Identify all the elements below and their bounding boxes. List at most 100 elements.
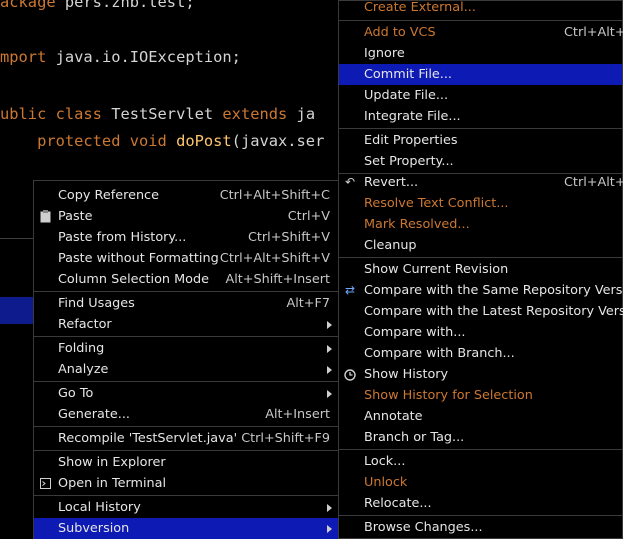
menu-item-create-external: Create External... [339, 0, 622, 18]
menu-item-label: Subversion [58, 521, 130, 536]
menu-item-compare-same-version[interactable]: ⇄ Compare with the Same Repository Versio… [339, 280, 623, 301]
menu-item-label: Recompile 'TestServlet.java' [58, 431, 238, 446]
clock-icon [343, 364, 357, 385]
menu-item-label: Show History [364, 367, 449, 382]
menu-item-refactor[interactable]: Refactor [34, 314, 338, 335]
menu-item-paste-without-formatting[interactable]: Paste without Formatting Ctrl+Alt+Shift+V [34, 248, 338, 269]
menu-item-shortcut: Alt+Shift+Insert [225, 272, 330, 287]
menu-item-shortcut: Ctrl+Shift+V [247, 230, 330, 245]
editor-context-menu: Copy Reference Ctrl+Alt+Shift+C Paste Ctrl… [33, 180, 339, 539]
code-line-import: mport java.io.IOException; [0, 48, 241, 66]
keyword-import: mport [0, 48, 56, 66]
menu-item-label: Go To [58, 386, 94, 401]
menu-item-compare-with[interactable]: Compare with... [339, 322, 622, 343]
class-name: TestServlet [111, 105, 223, 123]
paste-icon [38, 206, 52, 227]
menu-separator [339, 449, 622, 450]
menu-item-show-history[interactable]: Show History [339, 364, 622, 385]
menu-item-label: Column Selection Mode [58, 272, 209, 287]
superclass-name: ja [296, 105, 316, 123]
keyword-package: ackage [0, 0, 65, 11]
menu-item-compare-latest-version[interactable]: Compare with the Latest Repository Versi… [339, 301, 623, 322]
keyword-extends: extends [222, 105, 297, 123]
menu-separator [34, 426, 338, 427]
menu-item-label: Resolve Text Conflict... [364, 196, 509, 211]
menu-item-shortcut: Ctrl+Alt+Z [564, 175, 623, 190]
menu-item-cleanup[interactable]: Cleanup [339, 235, 622, 256]
editor-line-highlight [0, 297, 34, 324]
menu-item-shortcut: Ctrl+Alt+A [564, 25, 623, 40]
menu-item-open-in-terminal[interactable]: Open in Terminal [34, 473, 338, 494]
menu-item-label: Add to VCS [364, 25, 436, 40]
menu-item-paste[interactable]: Paste Ctrl+V [34, 206, 338, 227]
menu-item-show-current-revision[interactable]: Show Current Revision [339, 259, 622, 280]
menu-item-edit-properties[interactable]: Edit Properties [339, 130, 622, 151]
menu-item-folding[interactable]: Folding [34, 338, 338, 359]
code-line-class: ublic class TestServlet extends ja [0, 105, 315, 123]
submenu-arrow-icon [327, 504, 332, 512]
menu-item-commit-file[interactable]: Commit File... [339, 64, 622, 85]
menu-item-label: Show History for Selection [364, 388, 533, 403]
submenu-arrow-icon [327, 366, 332, 374]
menu-item-shortcut: Ctrl+Shift+F9 [241, 431, 330, 446]
menu-item-ignore[interactable]: Ignore [339, 43, 622, 64]
submenu-arrow-icon [327, 321, 332, 329]
menu-item-label: Revert... [364, 175, 419, 190]
menu-item-label: Paste from History... [58, 230, 187, 245]
menu-item-annotate[interactable]: Annotate [339, 406, 622, 427]
menu-item-local-history[interactable]: Local History [34, 497, 338, 518]
menu-item-paste-from-history[interactable]: Paste from History... Ctrl+Shift+V [34, 227, 338, 248]
compare-icon: ⇄ [344, 283, 356, 297]
menu-item-mark-resolved: Mark Resolved... [339, 214, 622, 235]
submenu-arrow-icon [327, 525, 332, 533]
menu-item-label: Paste [58, 209, 93, 224]
menu-item-branch-or-tag[interactable]: Branch or Tag... [339, 427, 622, 448]
menu-item-generate[interactable]: Generate... Alt+Insert [34, 404, 338, 425]
menu-item-shortcut: Ctrl+Alt+Shift+C [219, 188, 330, 203]
menu-item-label: Mark Resolved... [364, 217, 470, 232]
menu-item-label: Compare with the Same Repository Version [364, 283, 623, 298]
menu-item-recompile[interactable]: Recompile 'TestServlet.java' Ctrl+Shift+F… [34, 428, 338, 449]
menu-item-set-property[interactable]: Set Property... [339, 151, 622, 172]
menu-item-analyze[interactable]: Analyze [34, 359, 338, 380]
menu-item-label: Cleanup [364, 238, 417, 253]
menu-item-label: Show in Explorer [58, 455, 166, 470]
menu-item-relocate[interactable]: Relocate... [339, 493, 622, 514]
menu-item-show-in-explorer[interactable]: Show in Explorer [34, 452, 338, 473]
menu-item-label: Compare with Branch... [364, 346, 515, 361]
menu-item-update-file[interactable]: Update File... [339, 85, 622, 106]
menu-item-label: Compare with... [364, 325, 466, 340]
menu-item-shortcut: Ctrl+V [287, 209, 330, 224]
submenu-arrow-icon [327, 390, 332, 398]
menu-item-label: Analyze [58, 362, 109, 377]
menu-item-copy-reference[interactable]: Copy Reference Ctrl+Alt+Shift+C [34, 185, 338, 206]
method-name: doPost [176, 132, 232, 150]
menu-item-unlock: Unlock [339, 472, 622, 493]
menu-item-add-to-vcs: Add to VCS Ctrl+Alt+A [339, 22, 623, 43]
menu-item-label: Folding [58, 341, 105, 356]
menu-item-compare-with-branch[interactable]: Compare with Branch... [339, 343, 622, 364]
terminal-icon [38, 473, 52, 494]
menu-item-find-usages[interactable]: Find Usages Alt+F7 [34, 293, 338, 314]
menu-separator [34, 450, 338, 451]
menu-item-column-selection-mode[interactable]: Column Selection Mode Alt+Shift+Insert [34, 269, 338, 290]
menu-separator [339, 128, 622, 129]
menu-item-go-to[interactable]: Go To [34, 383, 338, 404]
menu-item-label: Copy Reference [58, 188, 159, 203]
code-line-method: protected void doPost(javax.ser [0, 132, 324, 150]
menu-item-label: Create External... [364, 0, 476, 15]
menu-item-label: Generate... [58, 407, 130, 422]
menu-item-browse-changes[interactable]: Browse Changes... [339, 517, 622, 538]
menu-item-revert[interactable]: ↶ Revert... Ctrl+Alt+Z [339, 172, 623, 193]
menu-item-label: Compare with the Latest Repository Versi… [364, 304, 623, 319]
method-params: (javax.ser [231, 132, 325, 150]
menu-item-lock[interactable]: Lock... [339, 451, 622, 472]
menu-separator [34, 336, 338, 337]
menu-separator [339, 257, 622, 258]
menu-item-label: Browse Changes... [364, 520, 483, 535]
menu-item-integrate-file[interactable]: Integrate File... [339, 106, 622, 127]
code-line-package: ackage pers.zhb.test; [0, 0, 195, 11]
subversion-submenu: Create External... Add to VCSCtrl+Alt+A … [338, 0, 623, 539]
menu-separator [34, 381, 338, 382]
menu-item-subversion[interactable]: Subversion [34, 518, 338, 539]
